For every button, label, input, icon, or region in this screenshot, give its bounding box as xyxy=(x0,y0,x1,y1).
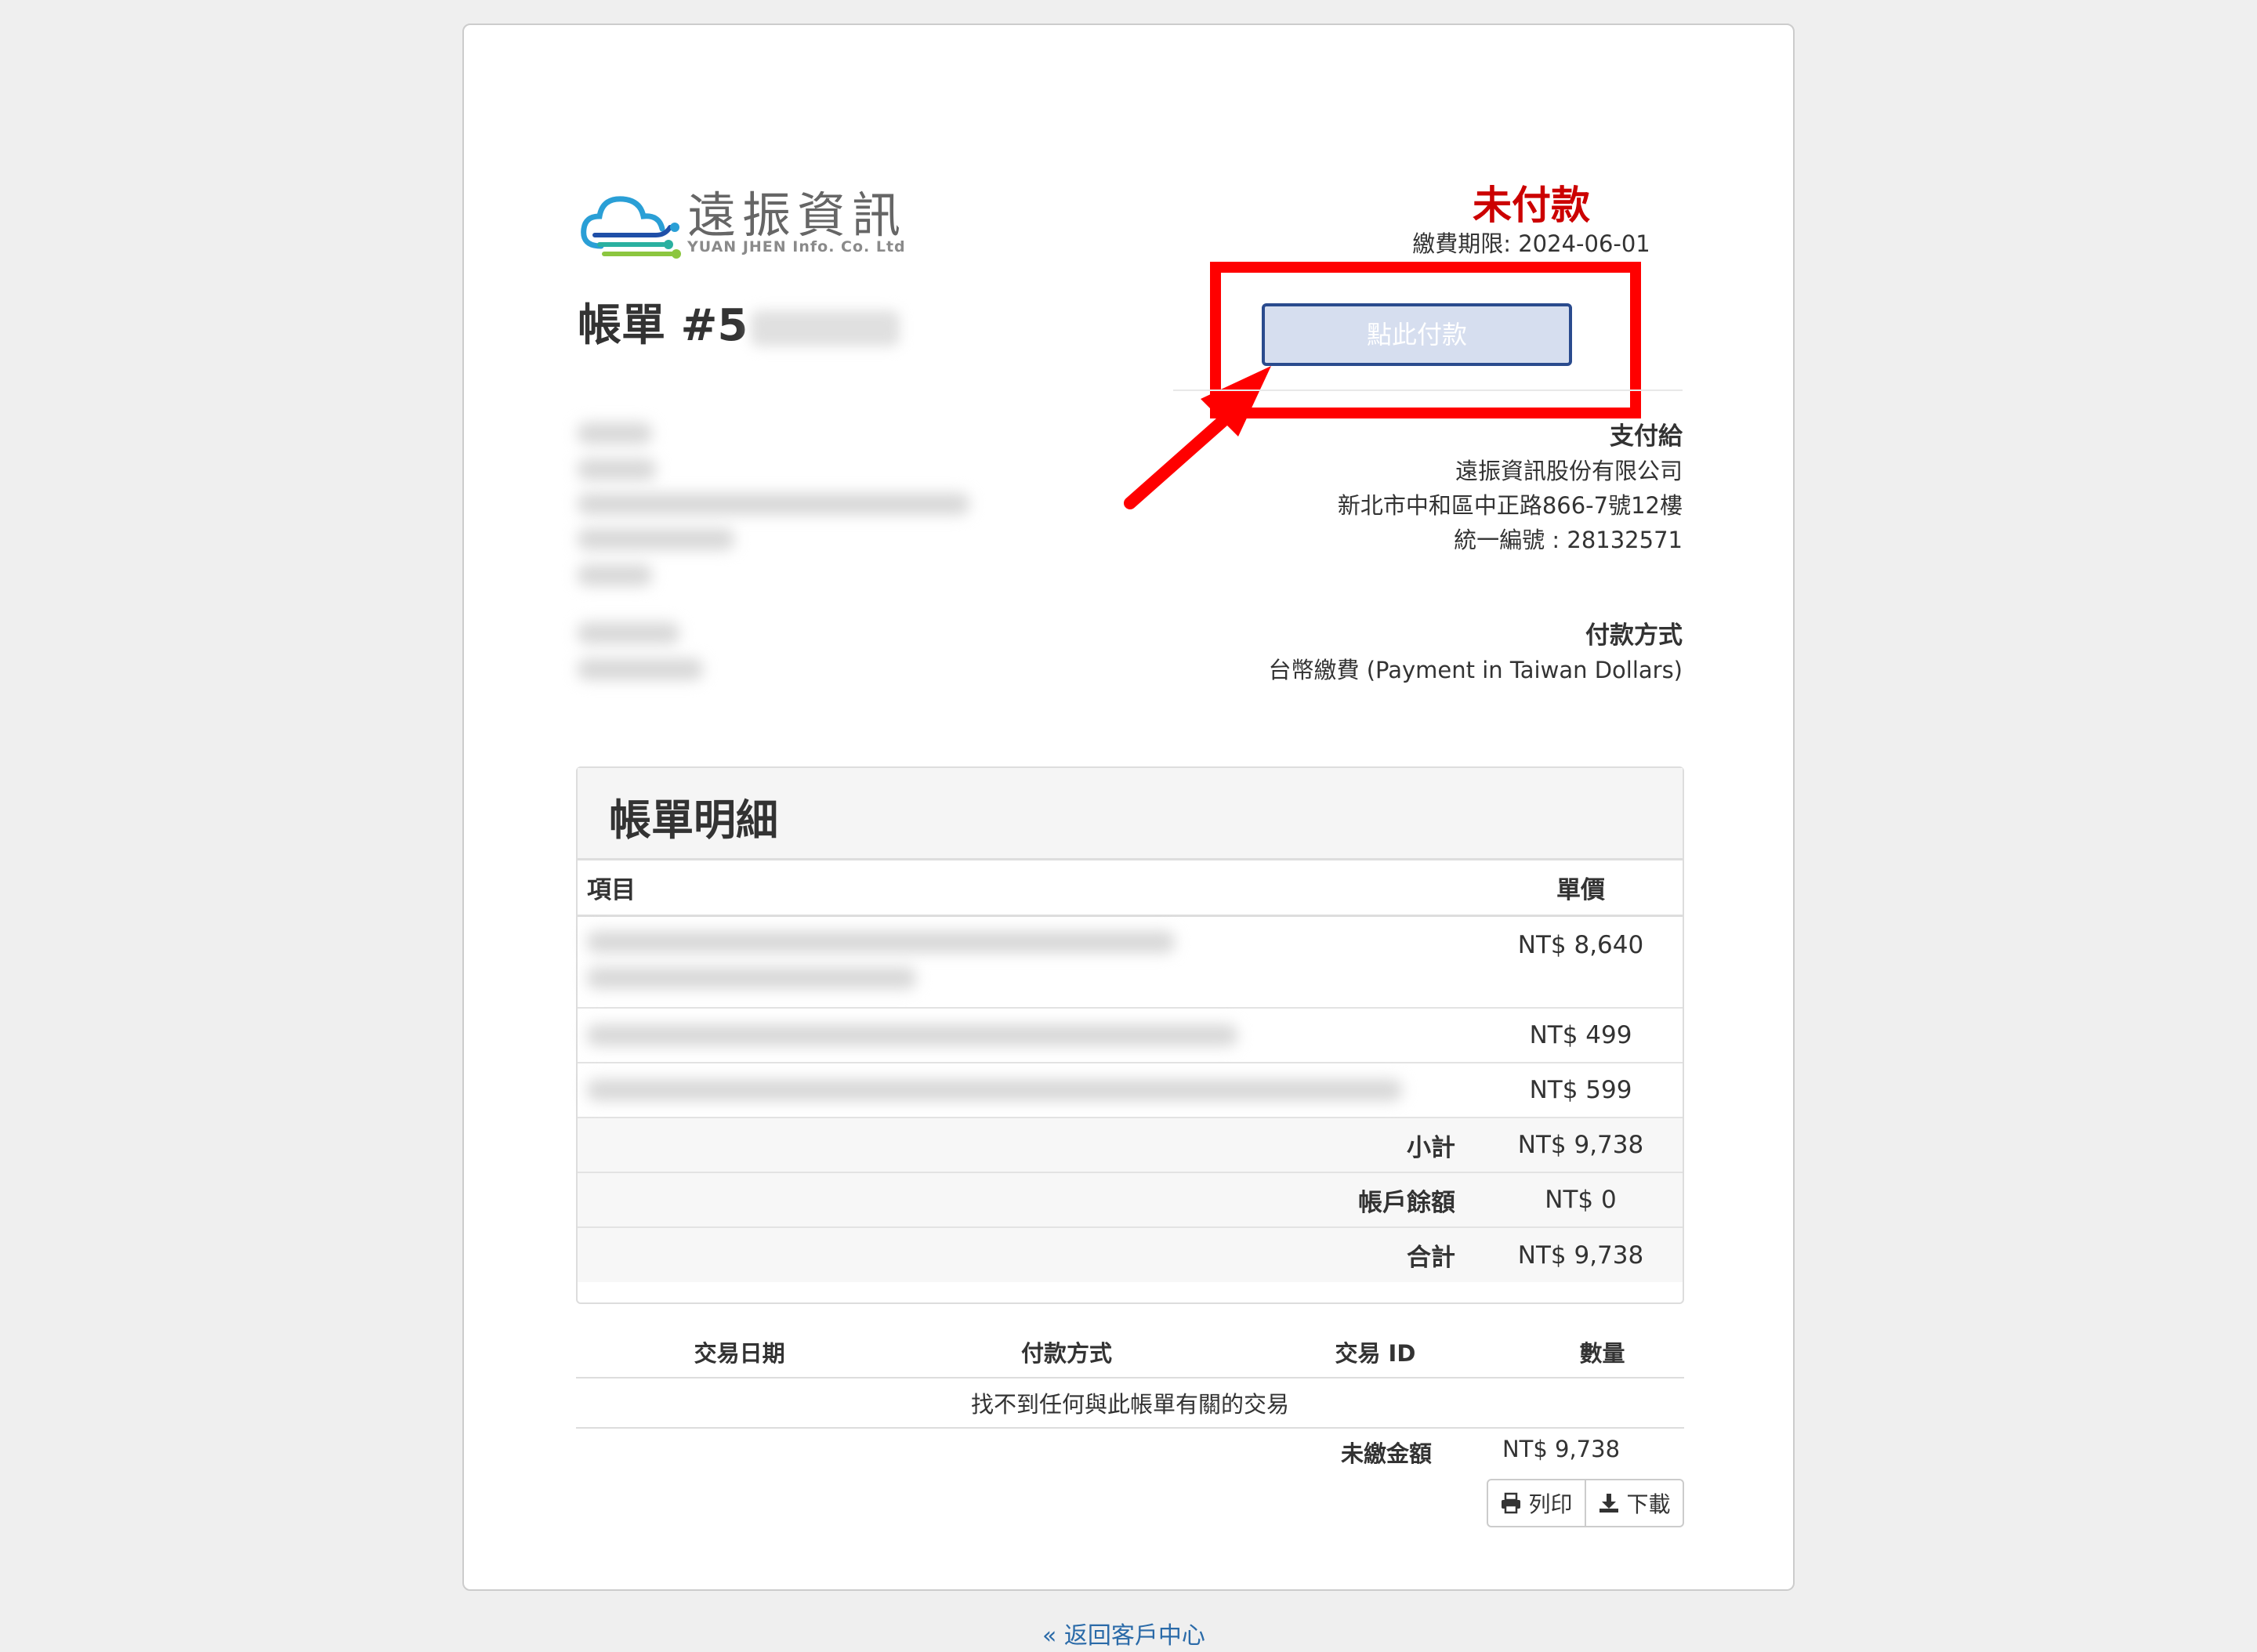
invoice-actions: 列印 下載 xyxy=(1487,1479,1684,1527)
header-divider xyxy=(1173,389,1683,391)
invoice-title-text: 帳單 #5 xyxy=(578,300,748,351)
invoice-card: 遠振資訊 YUAN JHEN Info. Co. Ltd 帳單 #5 未付款 繳… xyxy=(462,24,1795,1591)
invoice-title: 帳單 #5 xyxy=(578,290,900,353)
column-header-item: 項目 xyxy=(578,860,1479,917)
balance-value: NT$ 9,738 xyxy=(1502,1436,1621,1462)
logo-name-zh: 遠振資訊 xyxy=(687,187,908,244)
table-row: NT$ 8,640 xyxy=(578,915,1683,1009)
pay-to-heading: 支付給 xyxy=(1610,422,1683,451)
logo-name-en: YUAN JHEN Info. Co. Ltd xyxy=(687,238,906,255)
back-to-client-area-link[interactable]: « 返回客戶中心 xyxy=(1042,1616,1205,1650)
subtotal-row: 小計 NT$ 9,738 xyxy=(578,1118,1683,1173)
payment-method-section: 付款方式 台幣繳費 (Payment in Taiwan Dollars) xyxy=(1248,618,1683,687)
cloud-logo-icon xyxy=(581,196,681,259)
credit-label: 帳戶餘額 xyxy=(578,1172,1479,1228)
pay-to-section: 支付給 遠振資訊股份有限公司 新北市中和區中正路866-7號12樓 統一編號 :… xyxy=(1248,419,1683,557)
item-description-redacted xyxy=(578,915,1479,1009)
company-logo: 遠振資訊 YUAN JHEN Info. Co. Ltd xyxy=(578,160,907,270)
download-label: 下載 xyxy=(1626,1491,1671,1517)
payment-method-value: 台幣繳費 (Payment in Taiwan Dollars) xyxy=(1268,657,1683,683)
credit-row: 帳戶餘額 NT$ 0 xyxy=(578,1172,1683,1228)
invoice-items-panel: 帳單明細 項目 單價 NT$ 8,640 NT$ 499 NT$ 599 小計 … xyxy=(576,766,1684,1304)
column-header-method: 付款方式 xyxy=(903,1326,1230,1378)
download-button[interactable]: 下載 xyxy=(1585,1480,1683,1526)
balance-label: 未繳金額 xyxy=(1340,1440,1432,1467)
print-label: 列印 xyxy=(1528,1491,1573,1517)
column-header-transaction-id: 交易 ID xyxy=(1230,1326,1521,1378)
subtotal-label: 小計 xyxy=(578,1118,1479,1173)
total-label: 合計 xyxy=(578,1227,1479,1282)
download-icon xyxy=(1599,1494,1619,1513)
payment-status: 未付款 xyxy=(1473,183,1590,228)
total-value: NT$ 9,738 xyxy=(1479,1227,1683,1282)
pay-to-address: 新北市中和區中正路866-7號12樓 xyxy=(1337,492,1683,519)
item-description-redacted xyxy=(578,1063,1479,1118)
subtotal-value: NT$ 9,738 xyxy=(1479,1118,1683,1173)
invoice-number-redacted xyxy=(751,310,900,346)
due-date: 繳費期限: 2024-06-01 xyxy=(1412,230,1650,257)
column-header-date: 交易日期 xyxy=(576,1326,904,1378)
pay-to-company: 遠振資訊股份有限公司 xyxy=(1455,458,1683,484)
panel-header: 帳單明細 xyxy=(578,768,1683,860)
pay-now-button[interactable]: 點此付款 xyxy=(1262,303,1572,366)
total-row: 合計 NT$ 9,738 xyxy=(578,1227,1683,1282)
payment-method-heading: 付款方式 xyxy=(1585,621,1683,650)
credit-value: NT$ 0 xyxy=(1479,1172,1683,1228)
column-header-amount: 數量 xyxy=(1520,1326,1684,1378)
pay-to-tax-id: 統一編號 : 28132571 xyxy=(1454,527,1683,553)
item-description-redacted xyxy=(578,1008,1479,1063)
invoice-items-table: 項目 單價 NT$ 8,640 NT$ 499 NT$ 599 小計 NT$ 9… xyxy=(578,860,1683,1282)
print-button[interactable]: 列印 xyxy=(1488,1480,1585,1526)
item-price: NT$ 499 xyxy=(1479,1008,1683,1063)
printer-icon xyxy=(1502,1492,1521,1514)
item-price: NT$ 599 xyxy=(1479,1063,1683,1118)
column-header-price: 單價 xyxy=(1479,860,1683,917)
transactions-table: 交易日期 付款方式 交易 ID 數量 找不到任何與此帳單有關的交易 xyxy=(576,1326,1684,1429)
no-transactions-message: 找不到任何與此帳單有關的交易 xyxy=(576,1378,1684,1429)
table-row: NT$ 599 xyxy=(578,1063,1683,1118)
panel-title: 帳單明細 xyxy=(609,795,778,845)
table-row: NT$ 499 xyxy=(578,1008,1683,1063)
item-price: NT$ 8,640 xyxy=(1479,915,1683,1009)
